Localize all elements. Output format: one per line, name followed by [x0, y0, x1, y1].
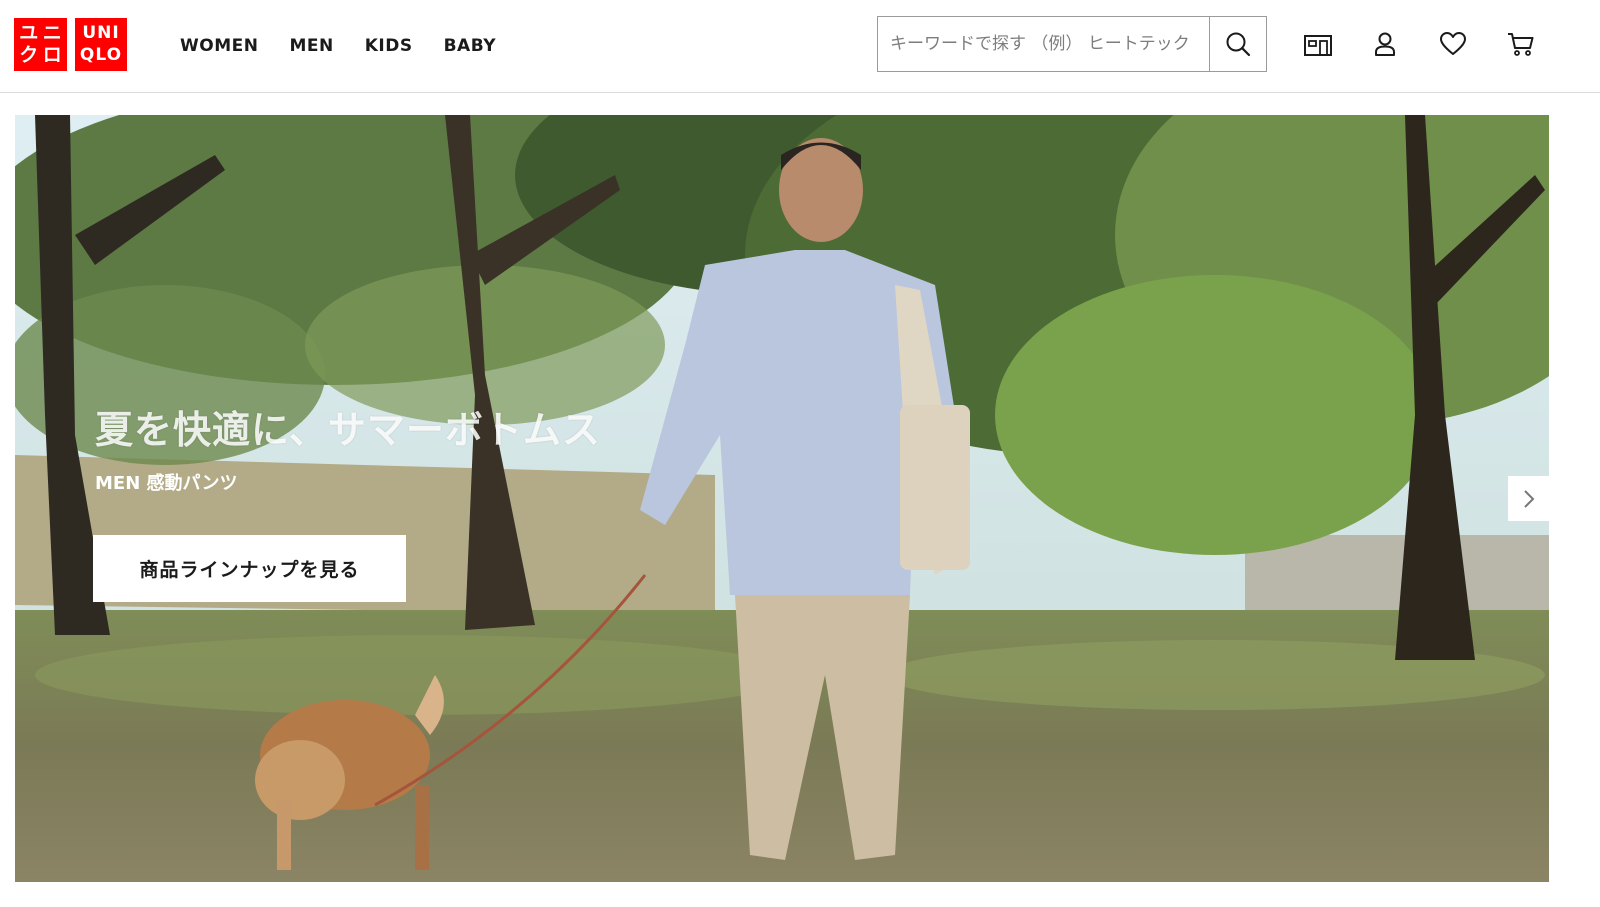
store-button[interactable] [1302, 28, 1334, 60]
chevron-right-icon [1523, 489, 1534, 508]
account-button[interactable] [1369, 28, 1401, 60]
user-icon [1375, 32, 1395, 56]
cart-icon [1508, 33, 1534, 56]
logo-line: UNI [82, 22, 120, 43]
uniqlo-logo[interactable]: ユ ニ ク ロ UNI QLO [14, 18, 127, 71]
view-lineup-button[interactable]: 商品ラインナップを見る [93, 535, 406, 602]
search-icon [1226, 32, 1251, 57]
search-input[interactable] [878, 17, 1209, 71]
logo-char: ユ [19, 21, 39, 44]
hero-banner[interactable]: 夏を快適に、サマーボトムス MEN 感動パンツ 商品ラインナップを見る [15, 115, 1549, 882]
logo-katakana-block: ユ ニ ク ロ [14, 18, 67, 71]
hero-photo [15, 115, 1549, 882]
main-nav: WOMEN MEN KIDS BABY [180, 0, 527, 92]
nav-item-kids[interactable]: KIDS [365, 36, 413, 56]
logo-line: QLO [79, 45, 123, 66]
carousel-next-button[interactable] [1508, 476, 1549, 521]
hero-title: 夏を快適に、サマーボトムス [95, 408, 601, 452]
heart-icon [1440, 32, 1466, 55]
nav-item-women[interactable]: WOMEN [180, 36, 258, 56]
search-button[interactable] [1209, 17, 1266, 71]
logo-char: ニ [42, 21, 62, 44]
nav-item-men[interactable]: MEN [289, 36, 333, 56]
cart-button[interactable] [1505, 28, 1537, 60]
favorites-button[interactable] [1437, 28, 1469, 60]
hero-subtitle: MEN 感動パンツ [95, 473, 238, 494]
nav-item-baby[interactable]: BABY [444, 36, 496, 56]
logo-char: ク [19, 44, 39, 67]
logo-latin-block: UNI QLO [75, 18, 127, 71]
logo-char: ロ [42, 44, 62, 67]
store-icon [1304, 35, 1332, 56]
search-box [877, 16, 1267, 72]
site-header: ユ ニ ク ロ UNI QLO WOMEN MEN KIDS BABY [0, 0, 1600, 93]
